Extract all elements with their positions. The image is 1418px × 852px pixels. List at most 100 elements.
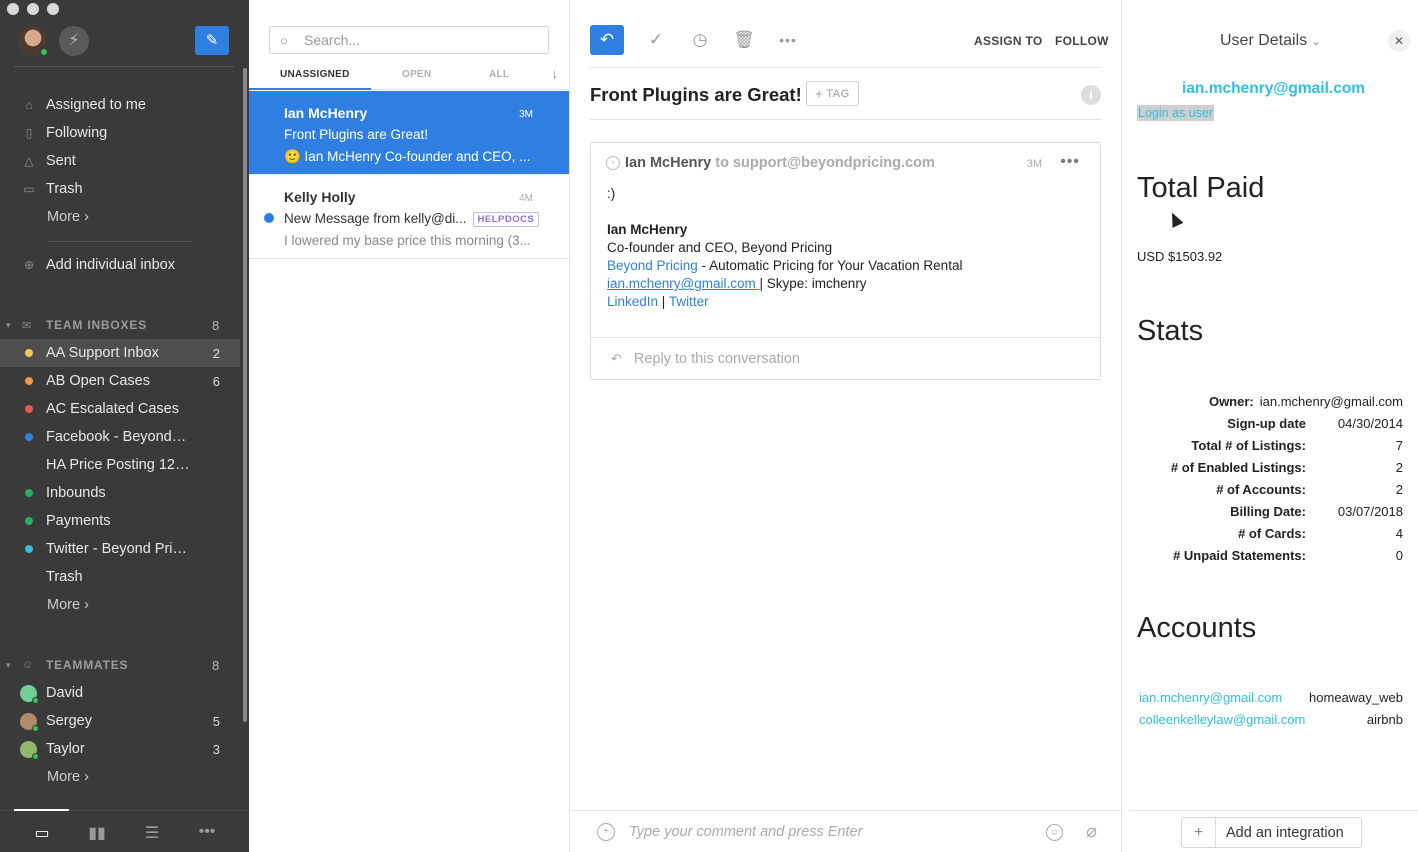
account-row: colleenkelleylaw@gmail.com airbnb [1139, 712, 1403, 727]
analytics-icon[interactable]: ▮▮ [82, 823, 112, 843]
teammates-header[interactable]: ▾ ☺ TEAMMATES 8 [0, 655, 240, 675]
follow-button[interactable]: FOLLOW [1055, 34, 1109, 48]
more-icon[interactable]: ••• [192, 823, 222, 843]
inbox-color-dot [25, 377, 33, 385]
team-inbox-item[interactable]: AA Support Inbox 2 [0, 339, 240, 367]
conversation-item[interactable]: Ian McHenry 3M Front Plugins are Great! … [249, 91, 569, 175]
snooze-button[interactable]: ◷ [683, 25, 717, 55]
panel-title-dropdown[interactable]: User Details ⌄ [1220, 32, 1321, 50]
account-email-link[interactable]: ian.mchenry@gmail.com [1139, 690, 1309, 705]
send-icon: △ [24, 154, 34, 168]
plus-circle-icon: ⊕ [23, 258, 35, 272]
nav-following[interactable]: ▯ Following [0, 119, 240, 147]
clock-icon: ◷ [692, 30, 708, 49]
lightning-icon[interactable]: ⚡ [59, 26, 89, 56]
more-icon: ••• [779, 32, 797, 48]
search-input[interactable] [304, 32, 534, 48]
sidebar: ⚡ ✎ ⌂ Assigned to me ▯ Following △ Sent … [0, 0, 249, 852]
comment-bar: + ☺ ⌀ [570, 810, 1121, 852]
team-inbox-item[interactable]: Payments [0, 507, 240, 535]
comment-input[interactable] [629, 823, 1009, 840]
teammate-item[interactable]: Taylor 3 [0, 735, 240, 763]
reply-button[interactable]: ↶ [590, 25, 624, 55]
avatar [20, 740, 39, 760]
sort-down-icon[interactable]: ↓ [552, 66, 559, 81]
team-inbox-item[interactable]: Trash [0, 563, 240, 591]
team-inbox-item[interactable]: AC Escalated Cases [0, 395, 240, 423]
emoji-icon[interactable]: ☺ [1046, 824, 1063, 841]
search-box[interactable]: ○ [269, 26, 549, 54]
team-inbox-item[interactable]: AB Open Cases 6 [0, 367, 240, 395]
accounts-heading: Accounts [1137, 612, 1257, 644]
stat-row: # Unpaid Statements: 0 [1173, 547, 1403, 563]
stats-heading: Stats [1137, 315, 1204, 347]
window-close-button[interactable] [7, 3, 19, 15]
total-paid-heading: Total Paid [1137, 172, 1265, 204]
twitter-link[interactable]: Twitter [669, 294, 709, 309]
nav-more-button[interactable]: More › [0, 203, 240, 231]
message-pane: ↶ ✓ ◷ 🗑 ••• ASSIGN TO FOLLOW Front Plugi… [570, 0, 1122, 852]
message-time: 3M [1026, 158, 1042, 170]
nav-trash[interactable]: ▭ Trash [0, 175, 240, 203]
add-individual-inbox-button[interactable]: ⊕ Add individual inbox [0, 251, 240, 279]
delete-button[interactable]: 🗑 [727, 25, 761, 55]
message-body: :) Ian McHenry Co-founder and CEO, Beyon… [607, 186, 963, 309]
compose-button[interactable]: ✎ [195, 26, 229, 55]
window-minimize-button[interactable] [27, 3, 39, 15]
teammates-more-button[interactable]: More › [0, 763, 240, 791]
account-email-link[interactable]: colleenkelleylaw@gmail.com [1139, 712, 1367, 727]
login-as-user-link[interactable]: Login as user [1137, 105, 1215, 121]
divider [14, 66, 234, 67]
tab-open[interactable]: OPEN [402, 69, 432, 80]
attachment-icon[interactable]: ⌀ [1086, 821, 1097, 842]
nav-sent[interactable]: △ Sent [0, 147, 240, 175]
close-icon[interactable]: ✕ [1388, 30, 1410, 52]
tag-badge: HELPDOCS [472, 212, 540, 227]
window-zoom-button[interactable] [47, 3, 59, 15]
assign-to-button[interactable]: ASSIGN TO [974, 34, 1043, 48]
email-link[interactable]: ian.mchenry@gmail.com [607, 276, 760, 291]
info-icon[interactable]: i [1081, 85, 1101, 105]
team-inboxes-more-button[interactable]: More › [0, 591, 240, 619]
contacts-icon[interactable]: ☰ [137, 823, 167, 843]
bottom-tabs: ▭ ▮▮ ☰ ••• [0, 809, 249, 852]
team-inbox-item[interactable]: HA Price Posting 12/12 [0, 451, 240, 479]
avatar [20, 684, 39, 704]
pencil-icon: ✎ [205, 32, 219, 49]
teammate-item[interactable]: Sergey 5 [0, 707, 240, 735]
conversation-item[interactable]: Kelly Holly 4M New Message from kelly@di… [249, 175, 569, 259]
reply-box[interactable]: ↶ Reply to this conversation [591, 337, 1100, 379]
inbox-icon[interactable]: ▭ [27, 823, 57, 843]
message-more-icon[interactable]: ••• [1060, 153, 1080, 171]
plus-icon: + [1182, 818, 1216, 847]
archive-button[interactable]: ✓ [639, 25, 673, 55]
reply-icon: ↶ [611, 350, 622, 366]
add-integration-button[interactable]: + Add an integration [1181, 817, 1362, 848]
team-inbox-item[interactable]: Facebook - Beyond Pric... [0, 423, 240, 451]
trash-icon: ▭ [23, 182, 35, 196]
more-actions-button[interactable]: ••• [771, 25, 805, 55]
team-inbox-item[interactable]: Twitter - Beyond Pricing [0, 535, 240, 563]
comment-icon: + [597, 822, 615, 841]
stat-row: # of Enabled Listings: 2 [1170, 459, 1403, 475]
tab-unassigned[interactable]: UNASSIGNED [280, 69, 350, 80]
inbox-color-dot [25, 349, 33, 357]
expand-icon[interactable]: › [606, 156, 620, 170]
sidebar-scrollbar[interactable] [243, 68, 247, 722]
linkedin-link[interactable]: LinkedIn [607, 294, 658, 309]
inbox-color-dot [25, 489, 33, 497]
add-tag-button[interactable]: + TAG [806, 81, 859, 106]
unread-dot [264, 213, 274, 223]
nav-assigned-to-me[interactable]: ⌂ Assigned to me [0, 91, 240, 119]
inbox-color-dot [25, 545, 33, 553]
team-inboxes-header[interactable]: ▾ ✉ TEAM INBOXES 8 [0, 315, 240, 335]
user-email: ian.mchenry@gmail.com [1182, 80, 1366, 97]
team-inbox-item[interactable]: Inbounds [0, 479, 240, 507]
tab-all[interactable]: ALL [489, 69, 509, 80]
my-avatar[interactable] [18, 26, 49, 57]
inbox-color-dot [25, 433, 33, 441]
company-link[interactable]: Beyond Pricing [607, 258, 698, 273]
teammate-item[interactable]: David [0, 679, 240, 707]
inbox-color-dot [25, 405, 33, 413]
inbox-icon: ✉ [22, 319, 33, 332]
